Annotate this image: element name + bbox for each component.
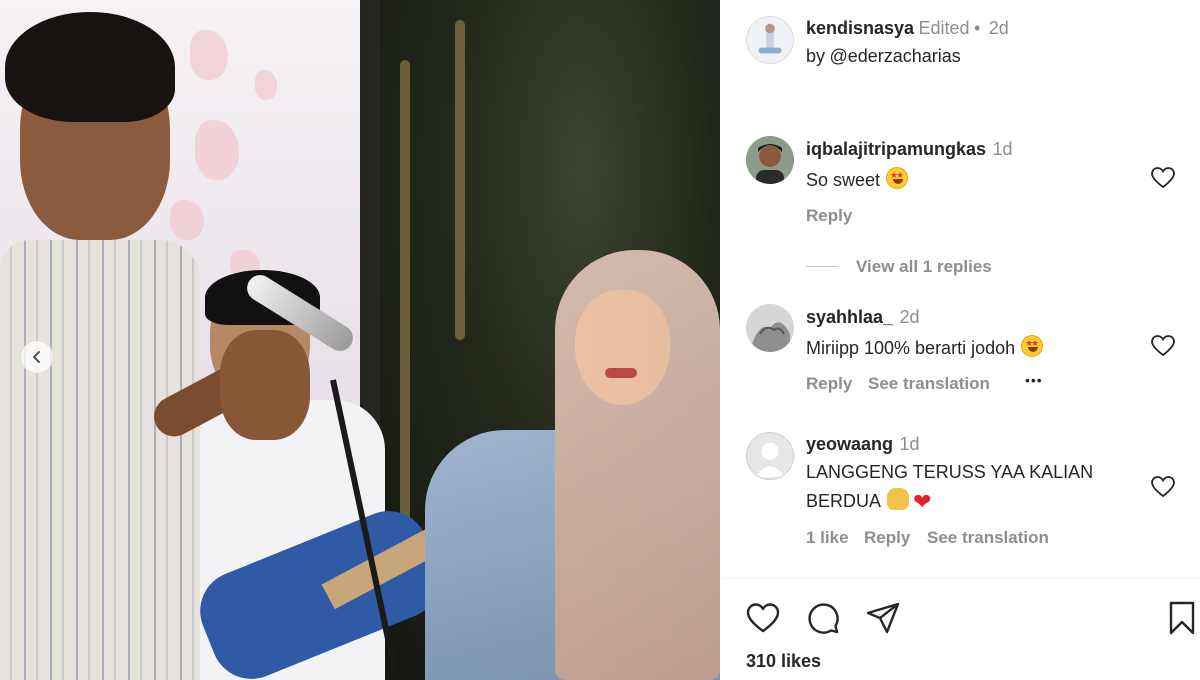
post-time[interactable]: 2d — [989, 18, 1009, 38]
comment-like-heart-icon[interactable] — [1150, 475, 1176, 499]
view-replies-button[interactable]: View all 1 replies — [856, 257, 992, 277]
raising-hands-emoji-icon — [887, 488, 910, 510]
by-prefix: by — [806, 46, 826, 66]
likes-count[interactable]: 310 likes — [746, 651, 821, 672]
star-struck-emoji-icon — [1021, 335, 1044, 357]
comment-text: So sweet — [806, 167, 909, 191]
more-options-icon[interactable]: ••• — [1025, 372, 1043, 388]
comment-body-line2: BERDUA — [806, 491, 882, 511]
edited-label: Edited — [918, 18, 970, 38]
author-avatar[interactable] — [746, 16, 794, 64]
comment-time[interactable]: 1d — [993, 139, 1013, 159]
replies-divider-line — [806, 266, 838, 267]
comment-like-heart-icon[interactable] — [1150, 334, 1176, 358]
comment-body-line1: LANGGENG TERUSS YAA KALIAN — [806, 462, 1094, 482]
reply-button[interactable]: Reply — [806, 206, 852, 226]
comment-icon[interactable] — [805, 600, 841, 636]
avatar-photo — [746, 304, 794, 352]
comment-text: BERDUA ❤ — [806, 488, 931, 515]
commenter-avatar[interactable] — [746, 304, 794, 352]
comment-username[interactable]: yeowaang — [806, 434, 893, 454]
avatar-photo — [746, 136, 794, 184]
star-struck-emoji-icon — [886, 167, 909, 189]
chevron-left-icon — [33, 351, 40, 363]
see-translation-button[interactable]: See translation — [868, 374, 990, 394]
comment-text: Miriipp 100% berarti jodoh — [806, 335, 1044, 359]
red-heart-emoji-icon: ❤ — [913, 489, 932, 514]
comment-like-heart-icon[interactable] — [1150, 166, 1176, 190]
author-username[interactable]: kendisnasya — [806, 18, 914, 38]
credited-user-link[interactable]: @ederzacharias — [829, 46, 960, 66]
comment-username[interactable]: iqbalajitripamungkas — [806, 139, 986, 159]
heart-icon[interactable] — [745, 600, 781, 636]
post-photo — [0, 0, 720, 680]
photo-shade — [0, 0, 720, 680]
reply-button[interactable]: Reply — [864, 528, 910, 548]
comment-body: Miriipp 100% berarti jodoh — [806, 338, 1016, 358]
bookmark-icon[interactable] — [1164, 600, 1200, 636]
default-avatar-icon — [747, 433, 793, 479]
commenter-avatar[interactable] — [746, 432, 794, 480]
comment-time[interactable]: 1d — [899, 434, 919, 454]
reply-button[interactable]: Reply — [806, 374, 852, 394]
comment-time[interactable]: 2d — [900, 307, 920, 327]
comment-username[interactable]: syahhlaa_ — [806, 307, 893, 327]
previous-photo-button[interactable] — [20, 340, 54, 374]
actions-divider — [720, 578, 1200, 579]
avatar-photo — [747, 17, 793, 63]
see-translation-button[interactable]: See translation — [927, 528, 1049, 548]
separator-dot: • — [974, 18, 981, 38]
send-icon[interactable] — [865, 600, 901, 636]
comment-likes-count[interactable]: 1 like — [806, 528, 849, 548]
commenter-avatar[interactable] — [746, 136, 794, 184]
comment-body: So sweet — [806, 170, 881, 190]
